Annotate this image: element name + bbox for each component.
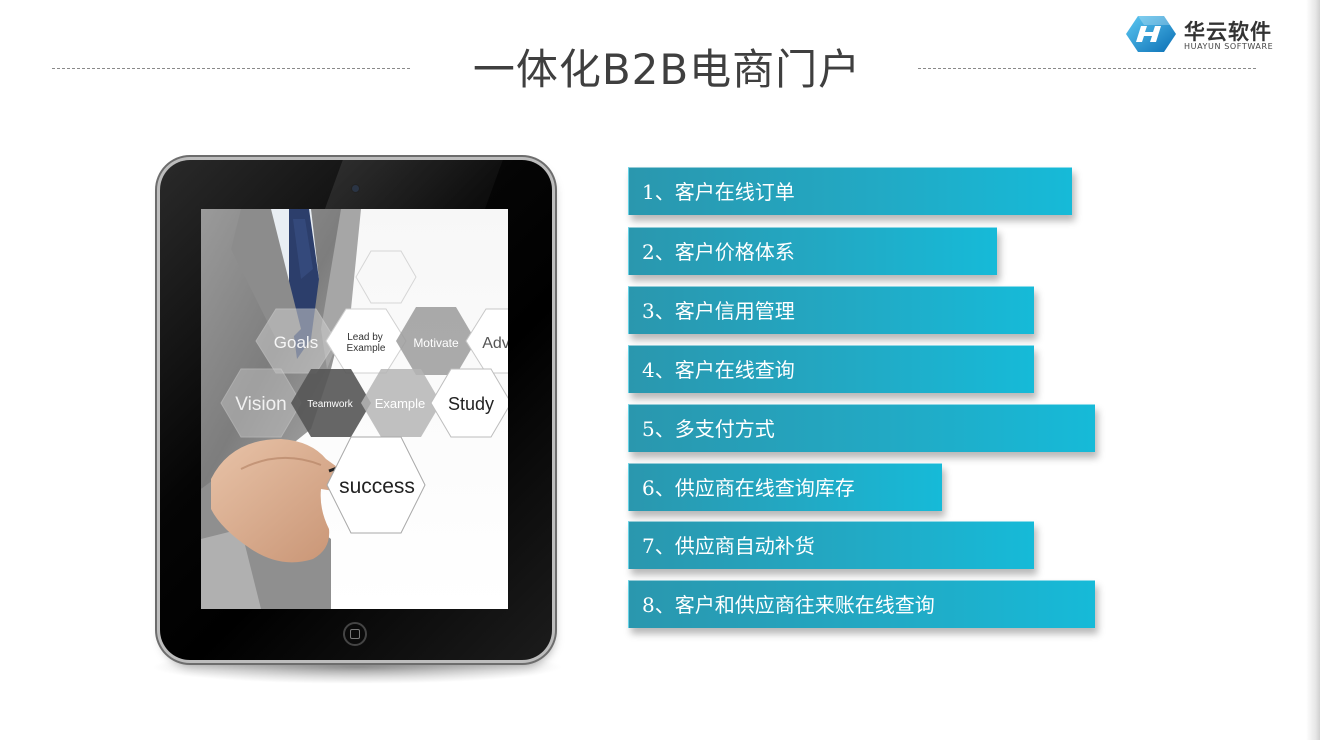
feature-item-4: 4、客户在线查询 [628,345,1034,393]
feature-item-1: 1、客户在线订单 [628,167,1072,215]
tablet-camera [351,184,360,193]
screen-word-motivate: Motivate [413,336,459,350]
screen-word-success: success [339,475,415,498]
title-divider-right [918,68,1256,69]
feature-item-2: 2、客户价格体系 [628,227,997,275]
screen-word-goals: Goals [274,333,318,352]
feature-item-3: 3、客户信用管理 [628,286,1034,334]
feature-item-6: 6、供应商在线查询库存 [628,463,942,511]
company-logo: 华云软件 HUAYUN SOFTWARE [1120,10,1280,58]
screen-word-example-small: Example [347,343,386,354]
screen-word-study: Study [448,394,494,414]
tablet-screen-image: Goals Lead by Example Motivate Adv Visio… [201,209,508,609]
page-title: 一体化B2B电商门户 [472,45,862,94]
screen-word-vision: Vision [235,394,286,415]
tablet-home-button [343,622,367,646]
screen-word-lead: Lead by [347,332,383,343]
screen-word-teamwork: Teamwork [307,399,354,410]
screen-word-adv: Adv [482,335,508,352]
business-hexagon-illustration: Goals Lead by Example Motivate Adv Visio… [201,209,508,609]
title-divider-left [52,68,410,69]
feature-item-7: 7、供应商自动补货 [628,521,1034,569]
page-right-edge [1306,0,1320,740]
huayun-logo-icon [1126,16,1176,52]
feature-item-8: 8、客户和供应商往来账在线查询 [628,580,1095,628]
screen-word-example: Example [375,396,426,411]
logo-subtitle: HUAYUN SOFTWARE [1184,42,1274,51]
feature-item-5: 5、多支付方式 [628,404,1095,452]
